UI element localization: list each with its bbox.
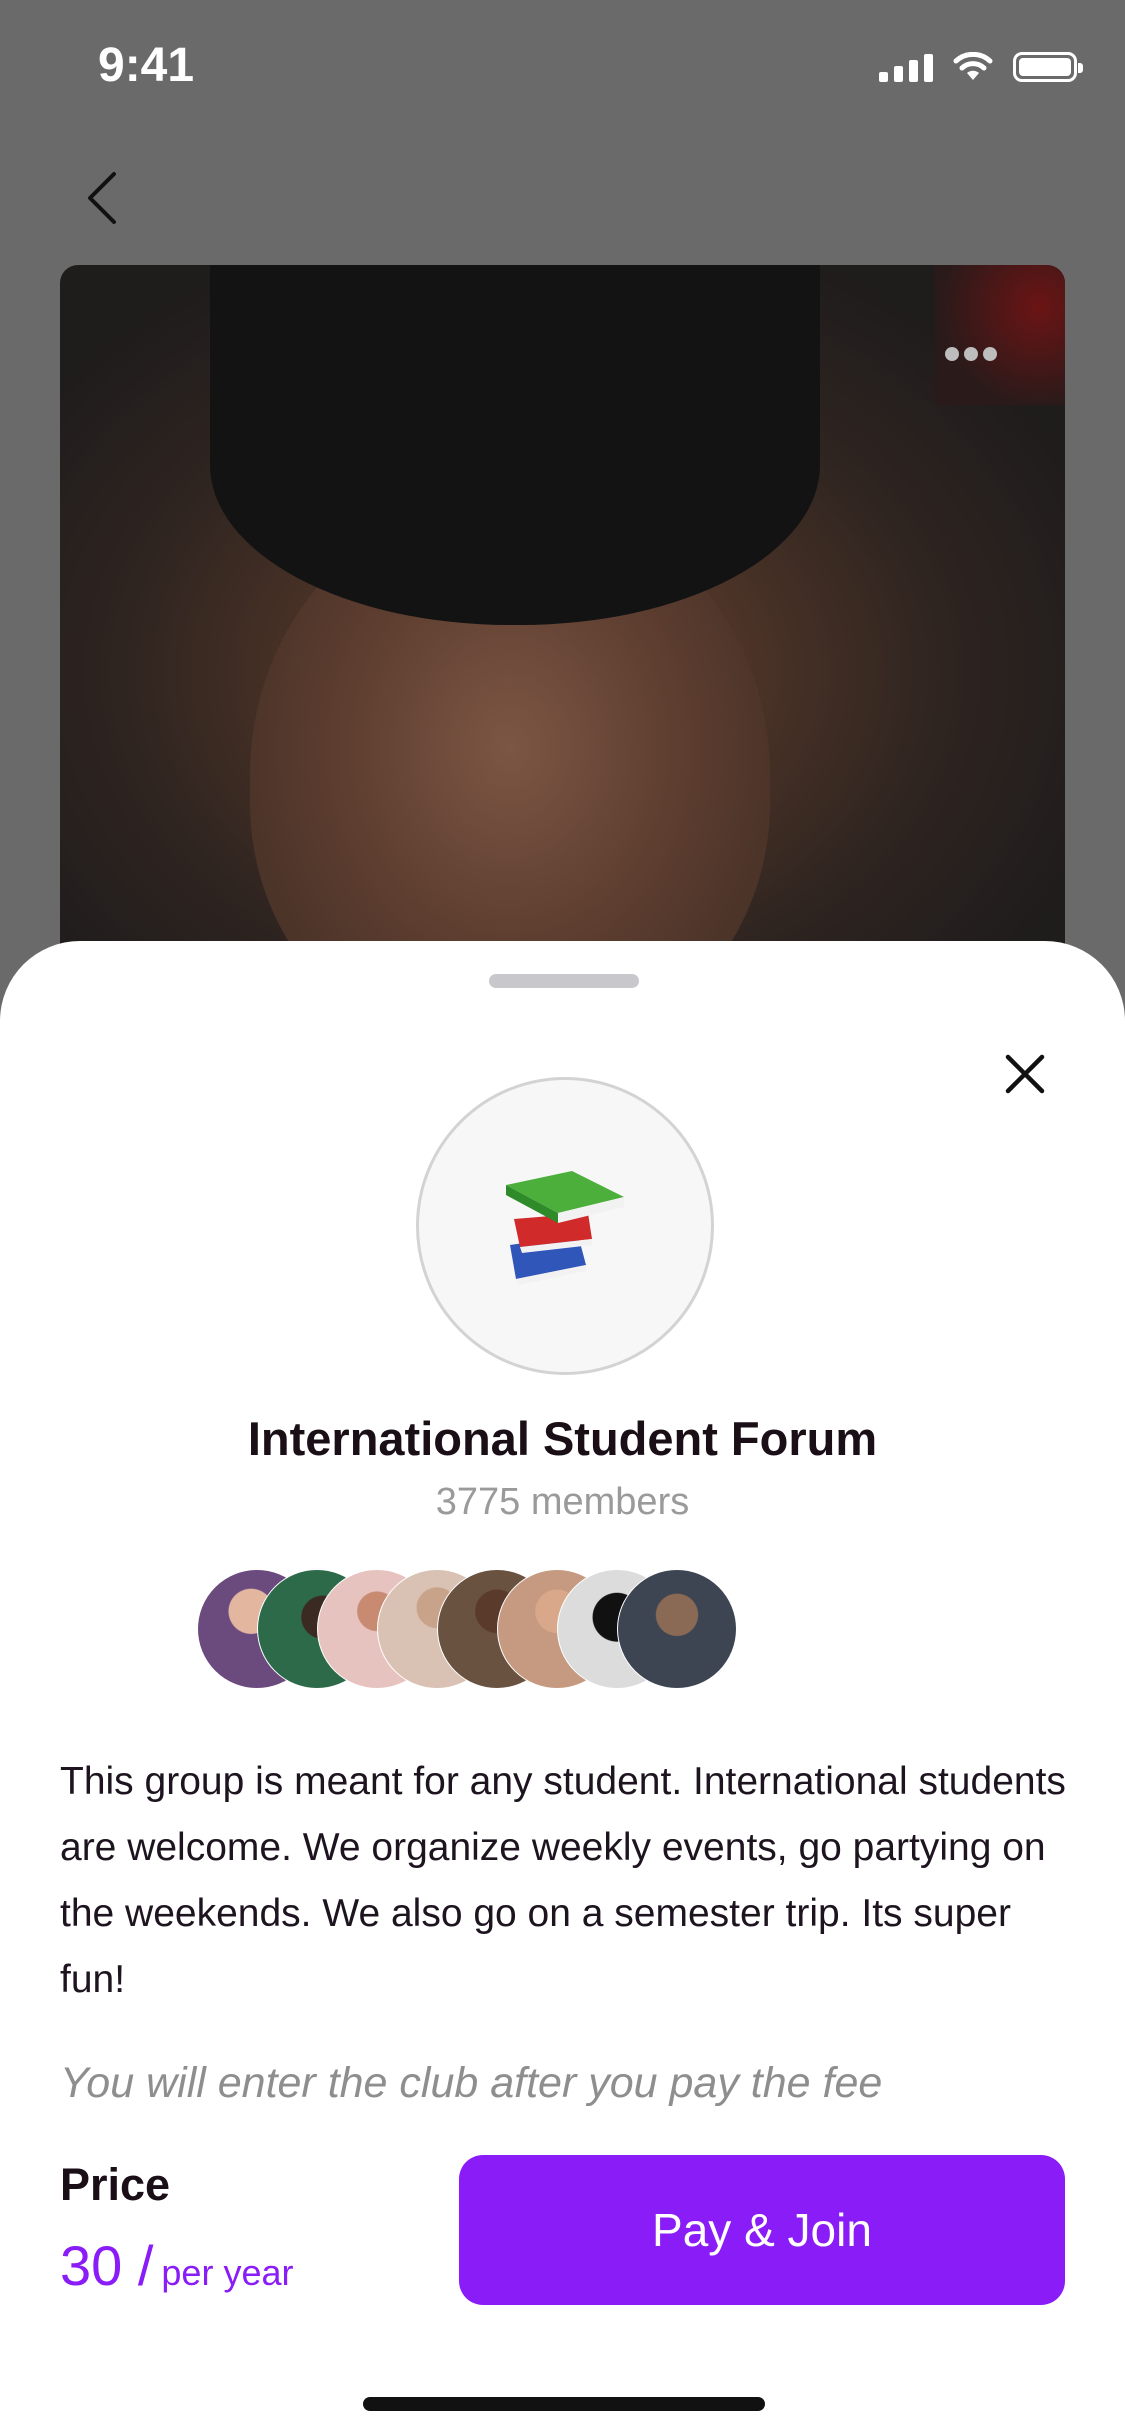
member-count: 3775 members (435, 1481, 690, 1523)
price-amount: 30 / (60, 2234, 154, 2297)
group-description: This group is meant for any student. Int… (60, 1760, 1066, 2001)
close-icon (1005, 1054, 1045, 1094)
cover-photo-background (935, 265, 1065, 405)
books-icon (506, 1171, 624, 1285)
pay-and-join-button[interactable]: Pay & Join (459, 2155, 1065, 2305)
more-dot (964, 347, 978, 361)
price-label: Price (60, 2159, 171, 2210)
status-time: 9:41 (98, 39, 195, 92)
more-dot (983, 347, 997, 361)
join-group-sheet: International Student Forum 3775 members… (0, 941, 1125, 2436)
payment-notice: You will enter the club after you pay th… (60, 2059, 883, 2107)
member-avatar[interactable] (617, 1569, 737, 1689)
group-cover-photo (60, 265, 1065, 1005)
chevron-left-icon (88, 172, 116, 224)
status-bar: 9:41 (0, 0, 1125, 140)
group-avatar (416, 1077, 714, 1375)
status-icons (879, 52, 1083, 82)
more-dot (945, 347, 959, 361)
battery-icon (1013, 52, 1083, 82)
more-options-button[interactable] (945, 347, 997, 361)
sheet-drag-handle[interactable] (489, 974, 639, 988)
home-indicator[interactable] (363, 2397, 765, 2411)
cellular-signal-icon (879, 52, 933, 82)
back-button[interactable] (78, 168, 138, 228)
price-period: per year (161, 2252, 294, 2293)
group-title: International Student Forum (247, 1412, 878, 1465)
price-value: 30 /per year (60, 2233, 293, 2298)
close-button[interactable] (1000, 1049, 1050, 1099)
cover-photo-hat (210, 265, 820, 625)
wifi-icon (953, 52, 993, 80)
